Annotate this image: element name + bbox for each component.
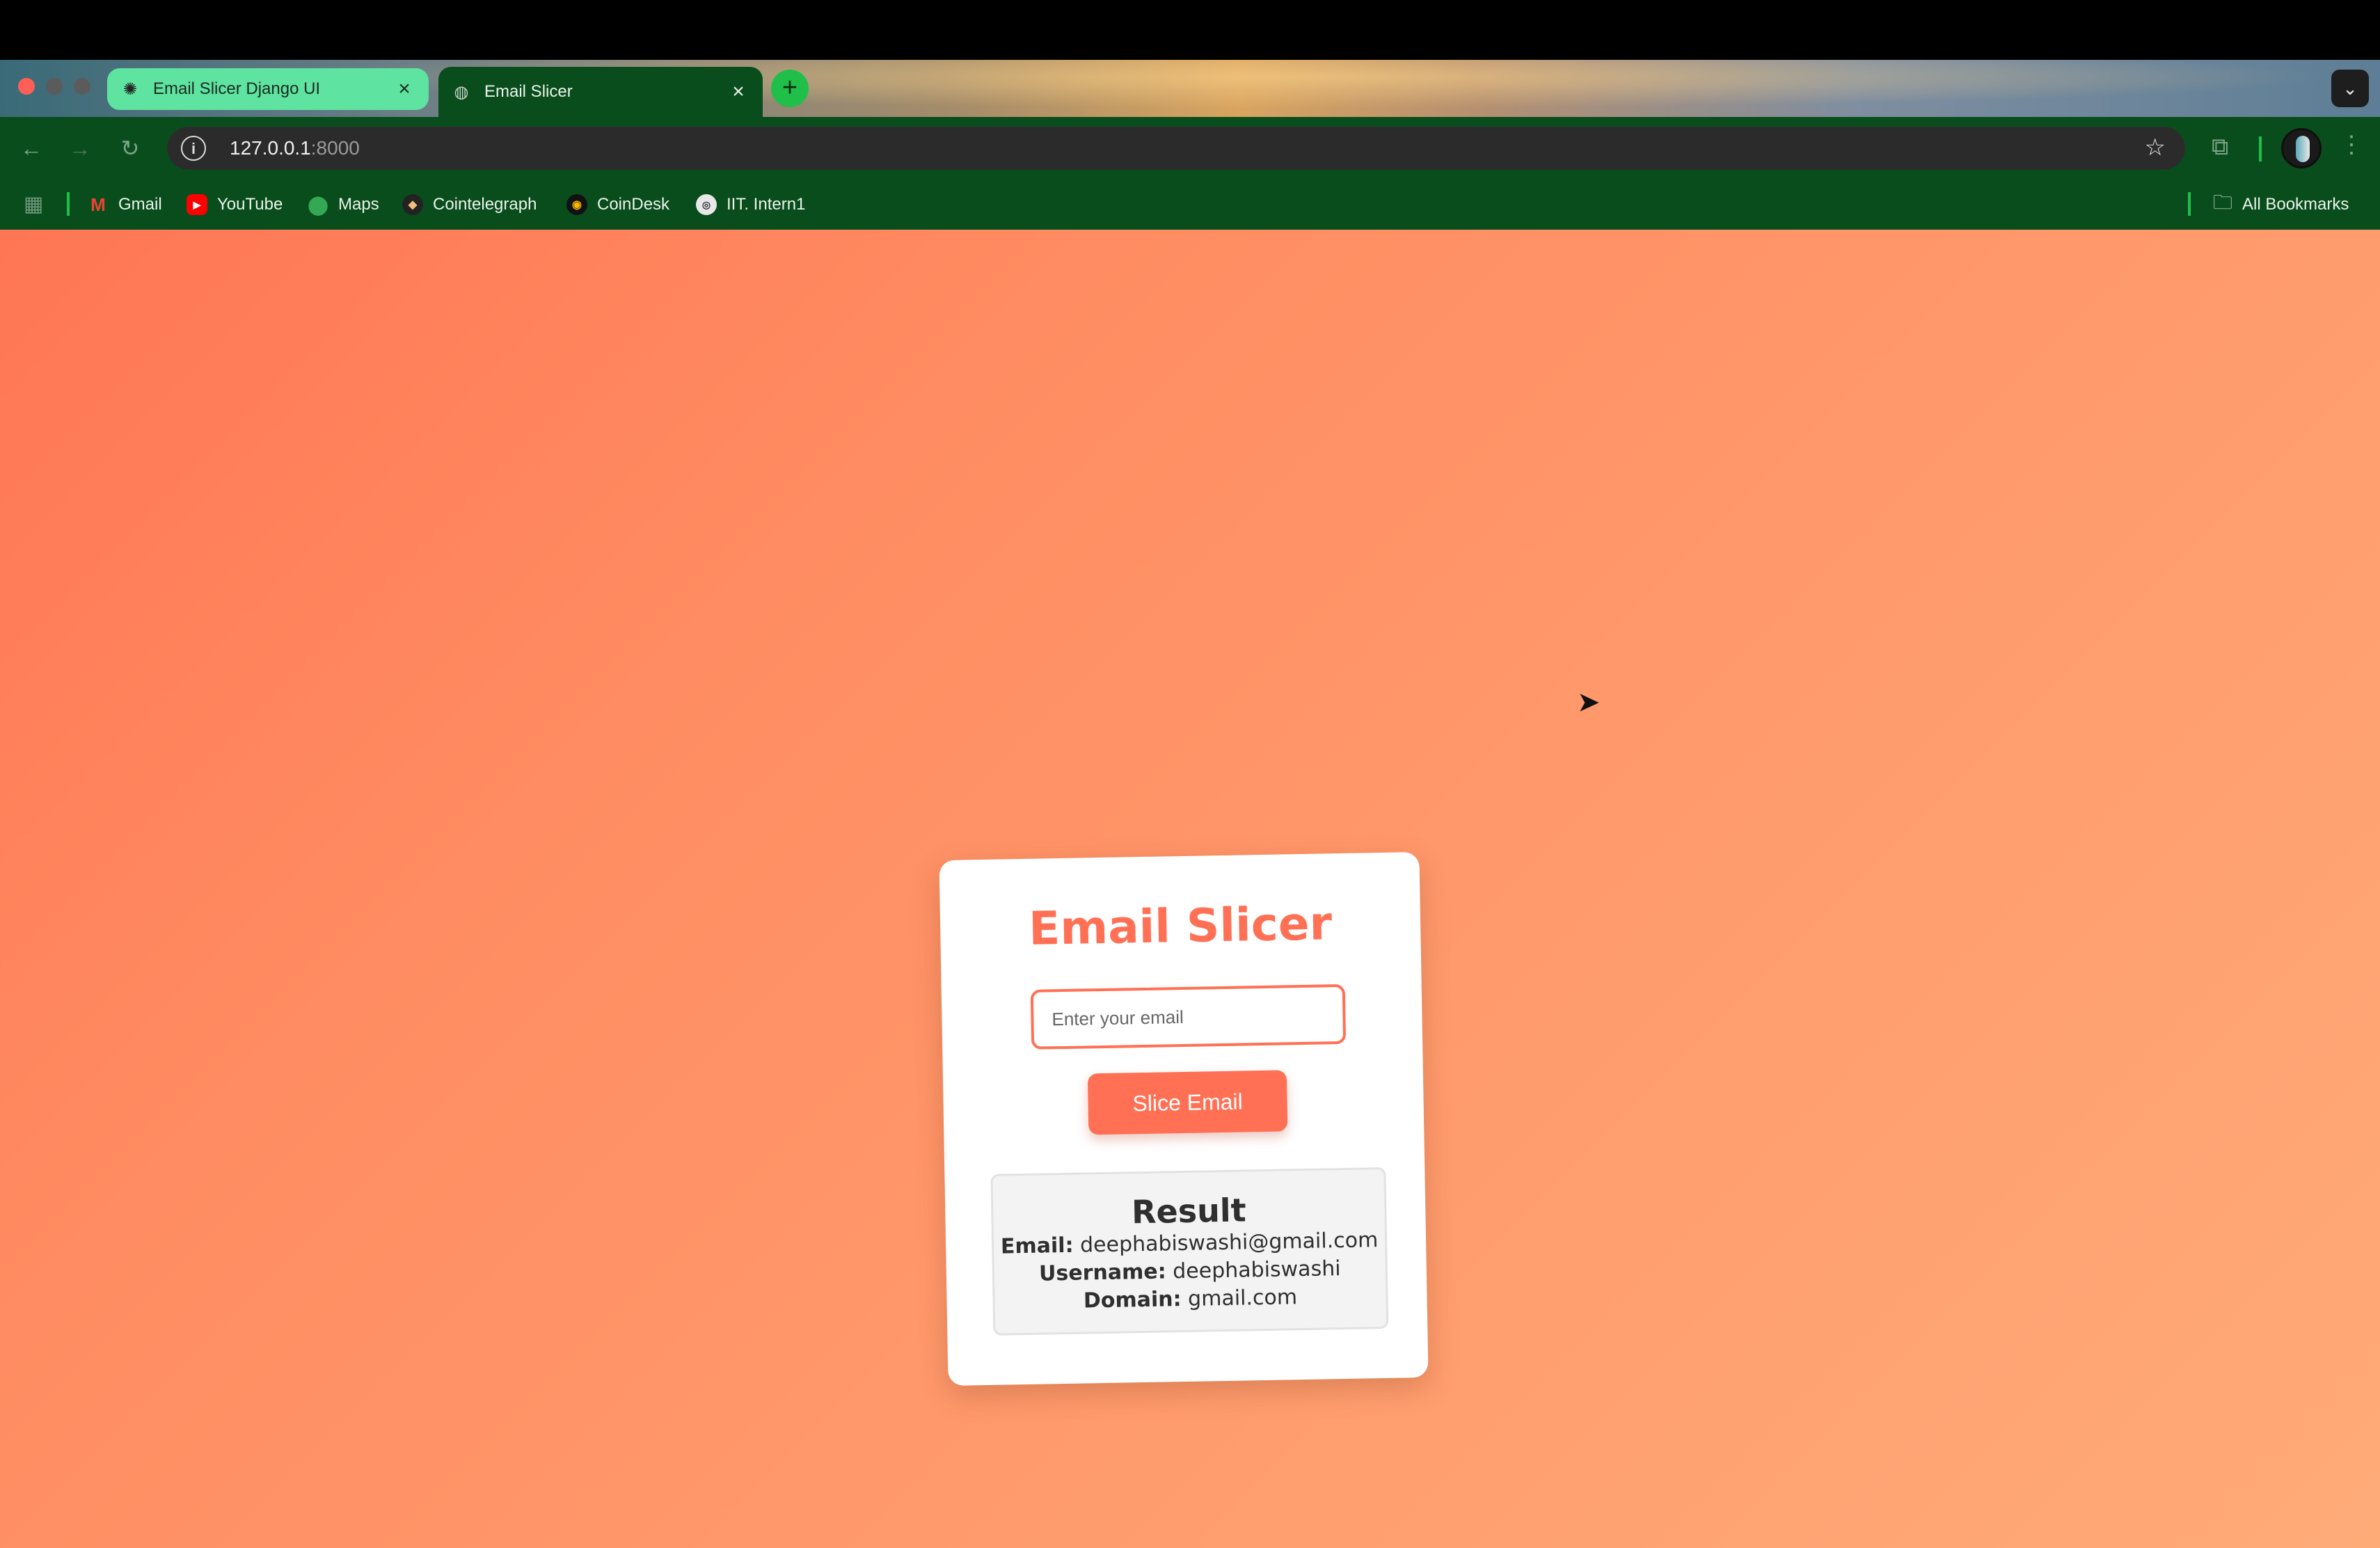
site-info-icon[interactable]: i: [181, 136, 206, 161]
bookmark-label: IIT. Intern1: [727, 195, 806, 214]
username-value: deephabiswashi: [1172, 1256, 1341, 1284]
bookmark-label: Gmail: [118, 195, 162, 214]
bookmark-label: YouTube: [217, 195, 283, 214]
zoom-window-button[interactable]: [74, 78, 90, 95]
email-input[interactable]: [1030, 984, 1347, 1050]
iit-icon: ◎: [696, 194, 717, 215]
tab-email-slicer[interactable]: ◍ Email Slicer ×: [438, 67, 763, 117]
bookmark-cointelegraph[interactable]: ◆ Cointelegraph: [402, 191, 537, 219]
bookmark-label: Maps: [338, 195, 379, 214]
domain-label: Domain:: [1083, 1287, 1182, 1313]
gmail-icon: M: [90, 194, 106, 215]
minimize-window-button[interactable]: [46, 78, 63, 95]
close-tab-icon[interactable]: ×: [727, 80, 750, 104]
close-tab-icon[interactable]: ×: [392, 77, 416, 101]
bookmarks-divider: [2188, 192, 2191, 216]
bookmark-gmail[interactable]: M Gmail: [88, 191, 162, 219]
bookmark-iit-intern1[interactable]: ◎ IIT. Intern1: [696, 191, 805, 219]
new-tab-button[interactable]: +: [771, 70, 809, 107]
email-value: deephabiswashi@gmail.com: [1079, 1228, 1379, 1258]
address-bar[interactable]: i 127.0.0.1 :8000 ☆: [167, 127, 2185, 170]
mouse-cursor-icon: ➤: [1577, 687, 1601, 718]
bookmark-youtube[interactable]: ▶ YouTube: [187, 191, 283, 219]
back-arrow-icon[interactable]: ←: [15, 132, 47, 164]
openai-favicon-icon: ✺: [122, 79, 138, 99]
coindesk-icon: ◉: [566, 194, 587, 215]
bookmark-coindesk[interactable]: ◉ CoinDesk: [566, 191, 669, 219]
all-bookmarks-button[interactable]: 🗀 All Bookmarks: [2213, 191, 2349, 219]
url-port: :8000: [310, 137, 360, 159]
bookmarks-divider: [67, 192, 70, 216]
domain-value: gmail.com: [1187, 1285, 1298, 1311]
reload-icon[interactable]: ↻: [114, 132, 146, 164]
more-menu-icon[interactable]: ⋮: [2340, 131, 2363, 159]
cointelegraph-icon: ◆: [402, 194, 423, 215]
system-menu-bar: [0, 0, 2380, 60]
toolbar-divider: [2259, 136, 2262, 161]
tab-title: Email Slicer Django UI: [153, 79, 321, 98]
email-label: Email:: [1000, 1233, 1074, 1259]
tab-email-slicer-django-ui[interactable]: ✺ Email Slicer Django UI ×: [107, 68, 429, 110]
result-panel: Result Email: deephabiswashi@gmail.com U…: [990, 1167, 1389, 1336]
email-slicer-card: Email Slicer Slice Email Result Email: d…: [939, 852, 1429, 1386]
forward-arrow-icon[interactable]: →: [64, 132, 96, 164]
tab-title: Email Slicer: [484, 82, 573, 101]
page-background: Email Slicer Slice Email Result Email: d…: [0, 230, 2380, 1548]
result-heading: Result: [1131, 1191, 1247, 1231]
tab-search-button[interactable]: ⌄: [2331, 70, 2369, 107]
apps-grid-icon[interactable]: ▦: [24, 192, 43, 216]
maps-icon: ⬤: [308, 194, 328, 215]
url-host: 127.0.0.1: [230, 137, 311, 159]
extensions-icon[interactable]: ⧉: [2212, 134, 2228, 161]
bookmark-star-icon[interactable]: ☆: [2145, 134, 2166, 161]
bookmark-label: Cointelegraph: [433, 195, 537, 214]
bookmark-maps[interactable]: ⬤ Maps: [308, 191, 379, 219]
close-window-button[interactable]: [18, 78, 35, 95]
globe-icon: ◍: [454, 82, 469, 102]
bookmark-label: CoinDesk: [597, 195, 670, 214]
all-bookmarks-label: All Bookmarks: [2242, 195, 2349, 214]
username-label: Username:: [1038, 1259, 1166, 1286]
profile-avatar[interactable]: [2281, 128, 2322, 168]
youtube-icon: ▶: [187, 194, 207, 215]
page-title: Email Slicer: [1028, 897, 1333, 956]
slice-email-button[interactable]: Slice Email: [1087, 1070, 1288, 1135]
folder-icon: 🗀: [2213, 191, 2233, 213]
